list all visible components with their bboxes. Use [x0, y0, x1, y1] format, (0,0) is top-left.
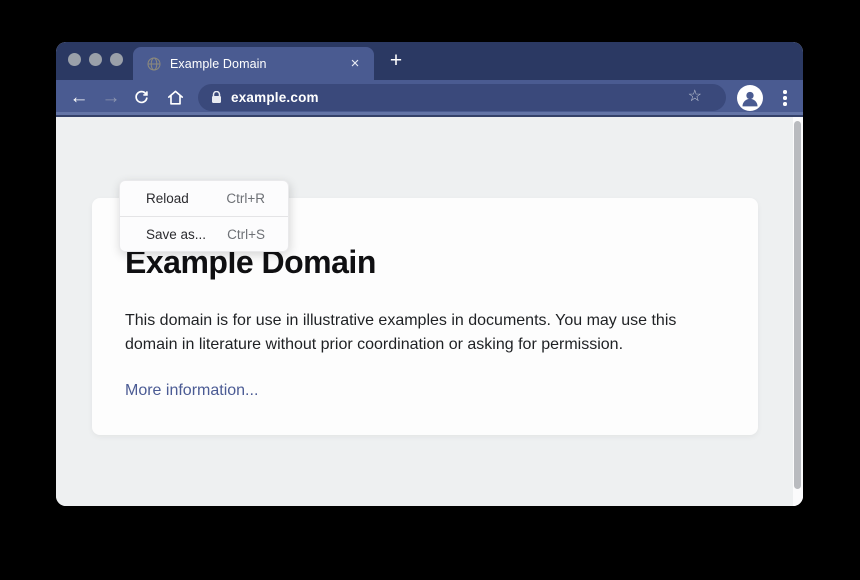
- active-tab[interactable]: Example Domain ×: [133, 47, 374, 80]
- scrollbar-thumb[interactable]: [794, 121, 801, 489]
- window-zoom-button[interactable]: [110, 53, 123, 66]
- browser-toolbar: ← → example.com ☆: [56, 80, 803, 117]
- context-menu-item-save-as[interactable]: Save as... Ctrl+S: [120, 216, 288, 251]
- tab-close-icon[interactable]: ×: [347, 56, 363, 71]
- context-menu-item-reload[interactable]: Reload Ctrl+R: [120, 181, 288, 216]
- browser-menu-button[interactable]: [779, 88, 791, 108]
- more-information-link[interactable]: More information...: [125, 382, 258, 399]
- tab-strip: Example Domain × +: [56, 42, 803, 80]
- url-text: example.com: [231, 90, 319, 105]
- address-bar[interactable]: example.com ☆: [198, 84, 726, 111]
- scrollbar-track[interactable]: [793, 117, 803, 506]
- page-paragraph: This domain is for use in illustrative e…: [125, 309, 710, 357]
- kebab-dot: [783, 90, 787, 94]
- context-menu: Reload Ctrl+R Save as... Ctrl+S: [119, 180, 289, 252]
- home-button[interactable]: [161, 84, 189, 112]
- forward-button[interactable]: →: [97, 84, 125, 112]
- reload-icon: [133, 89, 150, 106]
- browser-window: Example Domain × + ← → example.com ☆: [56, 42, 803, 506]
- window-close-button[interactable]: [68, 53, 81, 66]
- kebab-dot: [783, 102, 787, 106]
- new-tab-button[interactable]: +: [382, 48, 410, 76]
- window-minimize-button[interactable]: [89, 53, 102, 66]
- profile-avatar[interactable]: [737, 85, 763, 111]
- menu-item-shortcut: Ctrl+S: [227, 227, 265, 242]
- menu-item-label: Save as...: [146, 227, 206, 242]
- menu-item-shortcut: Ctrl+R: [226, 191, 265, 206]
- window-controls: [68, 53, 123, 66]
- back-button[interactable]: ←: [65, 84, 93, 112]
- bookmark-star-icon[interactable]: ☆: [688, 88, 702, 106]
- person-icon: [740, 88, 760, 108]
- page-viewport: Example Domain This domain is for use in…: [56, 117, 803, 506]
- tab-title: Example Domain: [170, 57, 347, 71]
- reload-button[interactable]: [127, 84, 155, 112]
- kebab-dot: [783, 96, 787, 100]
- home-icon: [166, 88, 185, 107]
- lock-icon: [211, 91, 222, 104]
- globe-favicon-icon: [147, 57, 161, 71]
- menu-item-label: Reload: [146, 191, 189, 206]
